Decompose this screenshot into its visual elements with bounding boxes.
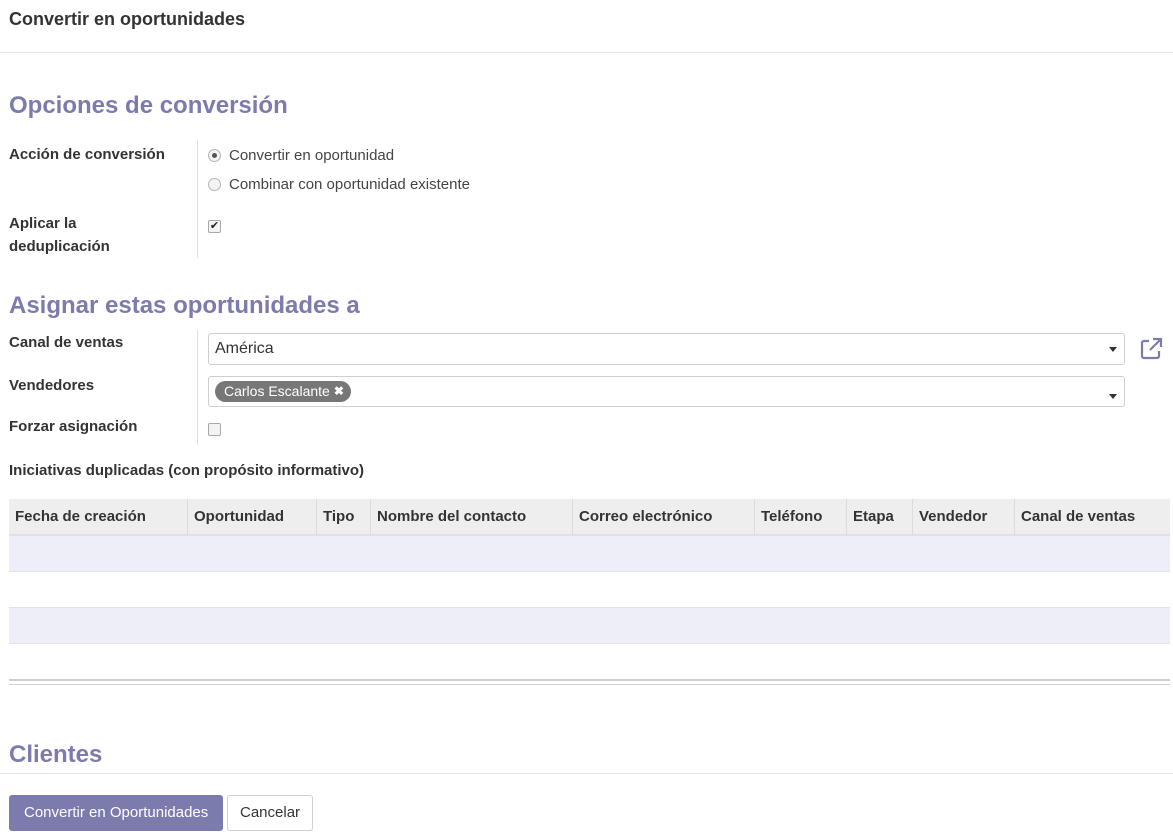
sellers-label: Vendedores [9, 377, 95, 394]
conversion-action-label: Acción de conversión [9, 146, 165, 163]
radio-convert-opportunity[interactable]: Convertir en oportunidad [208, 147, 394, 164]
force-assign-checkbox[interactable] [208, 423, 221, 436]
sales-channel-select[interactable]: América [208, 333, 1125, 365]
assign-section-title: Asignar estas oportunidades a [9, 292, 360, 319]
field-divider [197, 330, 198, 445]
radio-button[interactable] [208, 178, 221, 191]
sales-channel-value: América [215, 340, 274, 357]
radio-label-convert: Convertir en oportunidad [229, 147, 395, 164]
table-footer [9, 679, 1170, 685]
radio-label-merge: Combinar con oportunidad existente [229, 176, 470, 193]
field-divider [197, 140, 198, 258]
column-header[interactable]: Teléfono [754, 499, 847, 536]
column-header[interactable]: Tipo [316, 499, 371, 536]
convert-button[interactable]: Convertir en Oportunidades [9, 795, 224, 831]
radio-merge-existing[interactable]: Combinar con oportunidad existente [208, 176, 470, 193]
force-assign-label: Forzar asignación [9, 418, 138, 435]
column-header[interactable]: Correo electrónico [572, 499, 755, 536]
caret-down-icon[interactable] [1109, 347, 1117, 352]
seller-tag-label: Carlos Escalante [224, 383, 330, 399]
column-header[interactable]: Vendedor [912, 499, 1015, 536]
dedup-label-line1: Aplicar la [9, 215, 77, 232]
table-row [9, 607, 1170, 644]
table-row [9, 643, 1170, 679]
sales-channel-label: Canal de ventas [9, 334, 124, 351]
radio-button-checked[interactable] [208, 149, 221, 162]
column-header[interactable]: Canal de ventas [1014, 499, 1170, 536]
dedup-label: Aplicar la deduplicación [9, 212, 110, 258]
caret-down-icon[interactable] [1109, 394, 1117, 399]
external-link-icon[interactable] [1139, 337, 1163, 361]
table-row [9, 571, 1170, 608]
table-header-row: Fecha de creación Oportunidad Tipo Nombr… [9, 499, 1170, 536]
dialog-title: Convertir en oportunidades [9, 9, 246, 29]
column-header[interactable]: Etapa [846, 499, 913, 536]
duplicates-table: Fecha de creación Oportunidad Tipo Nombr… [9, 499, 1170, 679]
dedup-checkbox[interactable]: ✔ [208, 220, 221, 233]
dialog-header: Convertir en oportunidades [0, 0, 1173, 53]
dialog-footer: Convertir en Oportunidades Cancelar [0, 773, 1173, 838]
seller-tag: Carlos Escalante ✖ [215, 381, 351, 402]
conversion-section-title: Opciones de conversión [9, 92, 288, 119]
cancel-button[interactable]: Cancelar [227, 795, 314, 831]
column-header[interactable]: Fecha de creación [9, 499, 188, 536]
table-row [9, 534, 1170, 572]
customers-section-title: Clientes [9, 741, 103, 768]
duplicates-title: Iniciativas duplicadas (con propósito in… [9, 462, 365, 479]
close-icon[interactable]: ✖ [334, 381, 344, 402]
sellers-many2many-field[interactable]: Carlos Escalante ✖ [208, 376, 1125, 407]
dedup-label-line2: deduplicación [9, 238, 110, 255]
column-header[interactable]: Nombre del contacto [370, 499, 573, 536]
column-header[interactable]: Oportunidad [187, 499, 317, 536]
